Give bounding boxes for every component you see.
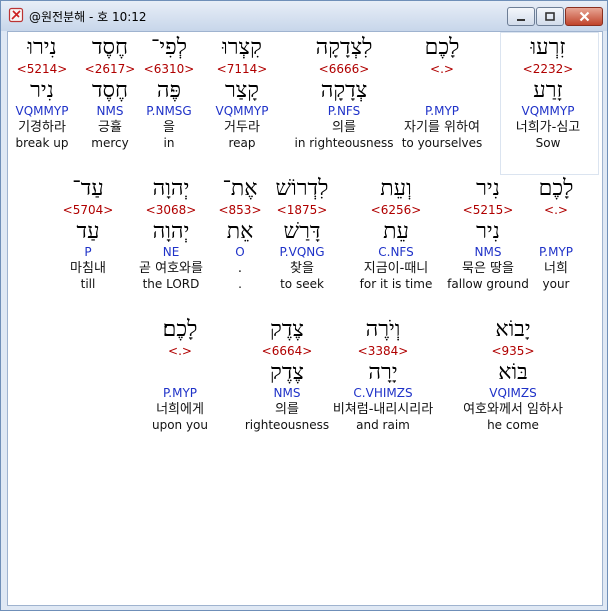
word-cell[interactable]: לָכֶם <.> P.MYP 자기를 위하여 to yourselves bbox=[388, 35, 496, 151]
korean-gloss: 기경하라 bbox=[18, 120, 66, 135]
title-bar[interactable]: @원전분해 - 호 10:12 bbox=[1, 1, 607, 31]
hebrew-word: לָכֶם bbox=[424, 35, 460, 60]
hebrew-word: לָכֶם׃ bbox=[162, 317, 198, 342]
english-gloss: for it is time bbox=[359, 277, 433, 291]
hebrew-word: לִצְדָקָה bbox=[315, 35, 373, 60]
english-gloss: upon you bbox=[151, 418, 209, 432]
strong-number[interactable]: <6256> bbox=[342, 202, 450, 220]
strong-number[interactable]: <5214> bbox=[8, 61, 96, 79]
morph-code: P.MYP bbox=[162, 386, 198, 400]
minimize-button[interactable] bbox=[507, 7, 535, 26]
english-gloss: fallow ground bbox=[447, 277, 529, 291]
strong-number[interactable]: <6666> bbox=[290, 61, 398, 79]
english-gloss: till bbox=[80, 277, 96, 291]
maximize-icon bbox=[545, 7, 555, 26]
hebrew-word: עַד־ bbox=[72, 176, 104, 201]
english-gloss: and raim bbox=[356, 418, 410, 432]
korean-gloss: 너희가-심고 bbox=[515, 120, 581, 135]
strong-number[interactable]: <.> bbox=[388, 61, 496, 79]
hebrew-word: יָבוֹא bbox=[495, 317, 531, 342]
korean-gloss: 자기를 위하여 bbox=[404, 120, 480, 135]
interlinear-panel: זִרְעוּ <2232> זָרַע VQMMYP 너희가-심고 Sow לָכֶם <.… bbox=[7, 31, 603, 606]
hebrew-word: נִירוּ bbox=[27, 35, 57, 60]
strong-number[interactable]: <3384> bbox=[329, 343, 437, 361]
strong-number[interactable]: <935> bbox=[459, 343, 567, 361]
word-cell[interactable]: וְעֵת <6256> עֵת C.NFS 지금이-때니 for it is time bbox=[342, 176, 450, 292]
root-word: נִיר bbox=[30, 78, 54, 103]
strong-number[interactable]: <2232> bbox=[494, 61, 602, 79]
close-icon bbox=[579, 7, 590, 26]
morph-code: P bbox=[84, 245, 92, 259]
root-word: עַד bbox=[76, 219, 100, 244]
morph-code: P.MYP bbox=[424, 104, 460, 118]
english-gloss: in righteousness bbox=[294, 136, 394, 150]
english-gloss: to yourselves bbox=[401, 136, 483, 150]
korean-gloss: 묵은 땅을 bbox=[462, 261, 514, 276]
english-gloss: he come bbox=[487, 418, 539, 432]
hebrew-word: זִרְעוּ bbox=[530, 35, 566, 60]
word-cell[interactable]: לִצְדָקָה <6666> צְדָקָה P.NFS 의를 in righteou… bbox=[290, 35, 398, 151]
morph-code: P.NFS bbox=[327, 104, 361, 118]
root-word: צְדָקָה bbox=[320, 78, 368, 103]
word-cell[interactable]: יָבוֹא <935> בּוֹא VQIMZS 여호와께서 임하사 he come bbox=[459, 317, 567, 433]
korean-gloss: 비쳐럼-내리시리라 bbox=[332, 402, 434, 417]
word-cell[interactable]: צֶדֶק <6664> צֶדֶק NMS 의를 righteousness bbox=[233, 317, 341, 433]
root-word bbox=[126, 361, 234, 385]
english-gloss: righteousness bbox=[244, 418, 330, 432]
root-word: בּוֹא bbox=[498, 360, 528, 385]
root-word: נִיר bbox=[476, 219, 500, 244]
strong-number[interactable]: <.> bbox=[126, 343, 234, 361]
strong-number[interactable]: <5704> bbox=[34, 202, 142, 220]
hebrew-word: וְיֹרֶה bbox=[365, 317, 401, 342]
hebrew-word: נִיר bbox=[476, 176, 500, 201]
korean-gloss: 의를 bbox=[332, 120, 356, 135]
maximize-button[interactable] bbox=[536, 7, 564, 26]
morph-code: C.VHIMZS bbox=[353, 386, 413, 400]
korean-gloss: 지금이-때니 bbox=[363, 261, 429, 276]
hebrew-word: וְעֵת bbox=[380, 176, 412, 201]
root-word: עֵת bbox=[383, 219, 409, 244]
morph-code: C.NFS bbox=[378, 245, 414, 259]
root-word: זָרַע bbox=[533, 78, 563, 103]
english-gloss: Sow bbox=[535, 136, 561, 150]
english-gloss: break up bbox=[15, 136, 69, 150]
app-icon bbox=[8, 7, 24, 23]
morph-code: NMS bbox=[273, 386, 301, 400]
morph-code: VQMMYP bbox=[15, 104, 69, 118]
word-cell[interactable]: עַד־ <5704> עַד P 마침내 till bbox=[34, 176, 142, 292]
morph-code: VQMMYP bbox=[521, 104, 575, 118]
app-window: @원전분해 - 호 10:12 זִרְעוּ <2232> זָרַע VQMMYP… bbox=[0, 0, 608, 611]
hebrew-word: צֶדֶק bbox=[270, 317, 304, 342]
minimize-icon bbox=[516, 7, 526, 26]
word-cell[interactable]: וְיֹרֶה <3384> יָרָה C.VHIMZS 비쳐럼-내리시리라 and r… bbox=[329, 317, 437, 433]
close-button[interactable] bbox=[565, 7, 603, 26]
korean-gloss: 마침내 bbox=[70, 261, 106, 276]
word-cell[interactable]: נִיר <5215> נִיר NMS 묵은 땅을 fallow ground bbox=[434, 176, 542, 292]
window-title: @원전분해 - 호 10:12 bbox=[29, 10, 147, 24]
word-cell[interactable]: נִירוּ <5214> נִיר VQMMYP 기경하라 break up bbox=[8, 35, 96, 151]
root-word: צֶדֶק bbox=[270, 360, 304, 385]
morph-code: VQIMZS bbox=[489, 386, 537, 400]
strong-number[interactable]: <6664> bbox=[233, 343, 341, 361]
korean-gloss: 여호와께서 임하사 bbox=[463, 402, 563, 417]
word-cell[interactable]: לָכֶם׃ <.> P.MYP 너희에게 upon you bbox=[126, 317, 234, 433]
korean-gloss: 너희에게 bbox=[156, 402, 204, 417]
word-cell[interactable]: זִרְעוּ <2232> זָרַע VQMMYP 너희가-심고 Sow bbox=[494, 35, 602, 151]
morph-code: NMS bbox=[474, 245, 502, 259]
root-word bbox=[388, 79, 496, 103]
root-word: יָרָה bbox=[368, 360, 398, 385]
korean-gloss: 의를 bbox=[275, 402, 299, 417]
strong-number[interactable]: <5215> bbox=[434, 202, 542, 220]
